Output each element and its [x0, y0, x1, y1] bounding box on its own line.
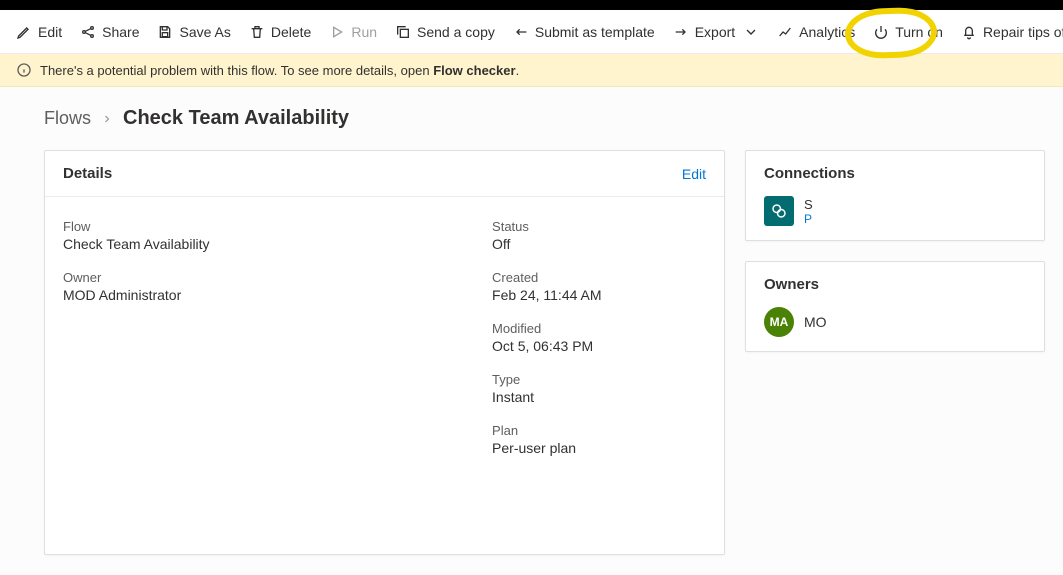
owners-title: Owners [764, 276, 1026, 293]
info-icon [16, 62, 32, 78]
owner-label: Owner [63, 270, 452, 285]
created-label: Created [492, 270, 706, 285]
flow-value: Check Team Availability [63, 236, 452, 252]
plan-label: Plan [492, 423, 706, 438]
warning-banner: There's a potential problem with this fl… [0, 54, 1063, 87]
submit-template-label: Submit as template [535, 24, 655, 40]
command-bar: Edit Share Save As Delete Run Send a cop… [0, 10, 1063, 54]
connections-title: Connections [764, 165, 1026, 182]
save-icon [157, 24, 173, 40]
submit-icon [513, 24, 529, 40]
power-icon [873, 24, 889, 40]
play-icon [329, 24, 345, 40]
details-edit-link[interactable]: Edit [682, 166, 706, 182]
repair-tips-label: Repair tips off [983, 24, 1063, 40]
connection-line1: S [804, 197, 813, 212]
modified-label: Modified [492, 321, 706, 336]
details-title: Details [63, 165, 112, 182]
turn-on-button[interactable]: Turn on [865, 18, 951, 46]
share-label: Share [102, 24, 139, 40]
owner-value: MOD Administrator [63, 287, 452, 303]
run-label: Run [351, 24, 377, 40]
breadcrumb-current: Check Team Availability [123, 107, 349, 130]
bell-icon [961, 24, 977, 40]
type-label: Type [492, 372, 706, 387]
delete-button[interactable]: Delete [241, 18, 319, 46]
send-copy-label: Send a copy [417, 24, 495, 40]
owner-name: MO [804, 314, 827, 330]
turn-on-label: Turn on [895, 24, 943, 40]
banner-link[interactable]: Flow checker [433, 63, 515, 78]
analytics-label: Analytics [799, 24, 855, 40]
breadcrumb-root[interactable]: Flows [44, 108, 91, 129]
owners-card: Owners MA MO [745, 261, 1045, 352]
plan-value: Per-user plan [492, 440, 706, 456]
delete-label: Delete [271, 24, 311, 40]
type-value: Instant [492, 389, 706, 405]
banner-text: There's a potential problem with this fl… [40, 63, 433, 78]
export-label: Export [695, 24, 735, 40]
status-value: Off [492, 236, 706, 252]
status-label: Status [492, 219, 706, 234]
export-button[interactable]: Export [665, 18, 767, 46]
connections-card: Connections S P [745, 150, 1045, 241]
save-as-button[interactable]: Save As [149, 18, 238, 46]
sharepoint-icon [764, 196, 794, 226]
banner-suffix: . [516, 63, 520, 78]
submit-template-button[interactable]: Submit as template [505, 18, 663, 46]
edit-label: Edit [38, 24, 62, 40]
edit-button[interactable]: Edit [8, 18, 70, 46]
export-icon [673, 24, 689, 40]
created-value: Feb 24, 11:44 AM [492, 287, 706, 303]
chevron-down-icon [743, 24, 759, 40]
save-as-label: Save As [179, 24, 230, 40]
breadcrumb: Flows Check Team Availability [44, 107, 1045, 130]
send-copy-button[interactable]: Send a copy [387, 18, 503, 46]
trash-icon [249, 24, 265, 40]
share-button[interactable]: Share [72, 18, 147, 46]
analytics-button[interactable]: Analytics [769, 18, 863, 46]
copy-icon [395, 24, 411, 40]
share-icon [80, 24, 96, 40]
connection-item[interactable]: S P [764, 196, 1026, 226]
modified-value: Oct 5, 06:43 PM [492, 338, 706, 354]
chevron-right-icon [101, 113, 113, 125]
details-card: Details Edit Flow Check Team Availabilit… [44, 150, 725, 555]
run-button: Run [321, 18, 385, 46]
owner-item[interactable]: MA MO [764, 307, 1026, 337]
flow-label: Flow [63, 219, 452, 234]
avatar: MA [764, 307, 794, 337]
pencil-icon [16, 24, 32, 40]
analytics-icon [777, 24, 793, 40]
connection-line2: P [804, 212, 813, 226]
repair-tips-button[interactable]: Repair tips off [953, 18, 1063, 46]
